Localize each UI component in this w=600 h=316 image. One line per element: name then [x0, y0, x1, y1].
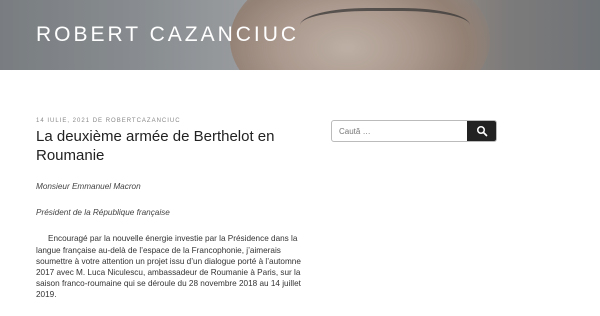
post-body: Monsieur Emmanuel Macron Président de la…: [36, 181, 306, 301]
post-title: La deuxième armée de Berthelot en Rouman…: [36, 128, 275, 164]
post-article: 14 IULIE, 2021 DE ROBERTCAZANCIUC La deu…: [36, 118, 306, 316]
site-title[interactable]: ROBERT CAZANCIUC: [36, 23, 299, 47]
post-meta[interactable]: 14 IULIE, 2021 DE ROBERTCAZANCIUC: [36, 118, 306, 124]
search-button[interactable]: [467, 121, 496, 141]
search-form: [331, 120, 497, 142]
post-paragraph: Président de la République française: [36, 208, 170, 218]
search-input[interactable]: [332, 121, 462, 141]
post-paragraph: Monsieur Emmanuel Macron: [36, 182, 141, 191]
search-icon: [476, 126, 487, 137]
post-paragraph: Encouragé par la nouvelle énergie invest…: [36, 234, 301, 300]
site-header: ROBERT CAZANCIUC: [0, 0, 600, 70]
